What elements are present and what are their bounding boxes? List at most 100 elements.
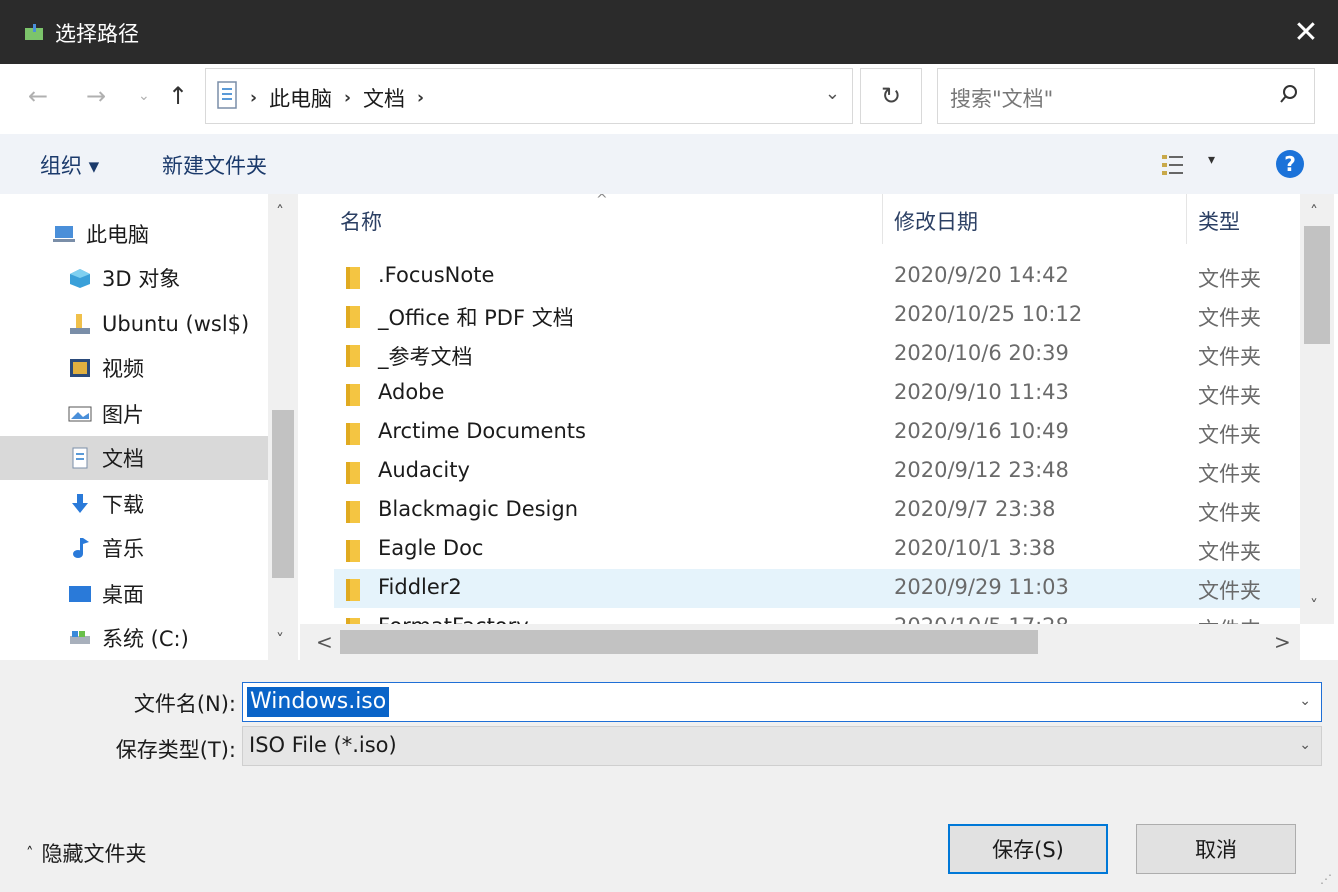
file-name: Blackmagic Design	[378, 497, 579, 521]
file-row[interactable]: Audacity 2020/9/12 23:48 文件夹	[334, 452, 1300, 491]
nav-item-label: 下载	[102, 493, 144, 517]
nav-item[interactable]: 下载	[0, 482, 268, 526]
scroll-left-arrow[interactable]: <	[316, 630, 333, 654]
nav-item[interactable]: 桌面	[0, 572, 268, 616]
file-type: 文件夹	[1198, 267, 1261, 291]
documents-icon	[68, 447, 92, 469]
file-list: 名称 ^ 修改日期 类型 .FocusNote 2020/9/20 14:42 文件…	[300, 194, 1338, 660]
scroll-up-arrow[interactable]: ˄	[1310, 202, 1318, 221]
breadcrumb: › 此电脑 › 文档 ›	[250, 83, 424, 113]
nav-item[interactable]: 文档	[0, 436, 268, 480]
file-name: _Office 和 PDF 文档	[378, 306, 574, 330]
forward-button[interactable]: →	[86, 82, 106, 110]
organize-button[interactable]: 组织 ▾	[40, 150, 99, 180]
scroll-thumb[interactable]	[1304, 226, 1330, 344]
file-row[interactable]: Fiddler2 2020/9/29 11:03 文件夹	[334, 569, 1300, 608]
address-dropdown-button[interactable]: ⌄	[825, 83, 840, 104]
file-row[interactable]: _Office 和 PDF 文档 2020/10/25 10:12 文件夹	[334, 296, 1300, 335]
folder-icon	[346, 579, 362, 601]
nav-item[interactable]: 视频	[0, 346, 268, 390]
column-header-type[interactable]: 类型	[1198, 206, 1240, 236]
file-type: 文件夹	[1198, 579, 1261, 603]
filelist-vertical-scrollbar[interactable]: ˄ ˅	[1300, 194, 1334, 624]
navpane-scrollbar[interactable]: ˄ ˅	[268, 194, 298, 660]
breadcrumb-item-documents[interactable]: 文档	[363, 83, 405, 113]
close-button[interactable]: ✕	[1274, 0, 1338, 64]
file-row[interactable]: .FocusNote 2020/9/20 14:42 文件夹	[334, 257, 1300, 296]
nav-item-label: 桌面	[102, 583, 144, 607]
breadcrumb-separator[interactable]: ›	[417, 88, 424, 108]
hide-folders-toggle[interactable]: ˄ 隐藏文件夹	[26, 838, 147, 868]
file-row[interactable]: Eagle Doc 2020/10/1 3:38 文件夹	[334, 530, 1300, 569]
breadcrumb-separator[interactable]: ›	[250, 88, 257, 108]
folder-icon	[346, 462, 362, 484]
file-name: _参考文档	[378, 345, 473, 369]
cancel-button[interactable]: 取消	[1136, 824, 1296, 874]
resize-grip-icon[interactable]: ⋰	[1320, 872, 1332, 886]
nav-item-label: 文档	[102, 447, 144, 471]
sort-ascending-icon: ^	[596, 194, 608, 208]
filename-value[interactable]: Windows.iso	[247, 687, 390, 717]
file-type: 文件夹	[1198, 462, 1261, 486]
nav-item[interactable]: 3D 对象	[0, 256, 268, 300]
file-row[interactable]: _参考文档 2020/10/6 20:39 文件夹	[334, 335, 1300, 374]
save-button[interactable]: 保存(S)	[948, 824, 1108, 874]
view-dropdown-button[interactable]: ▾	[1208, 152, 1215, 168]
nav-item-label: Ubuntu (wsl$)	[102, 312, 250, 336]
filename-input[interactable]: Windows.iso ⌄	[242, 682, 1322, 722]
nav-item[interactable]: Ubuntu (wsl$)	[0, 302, 268, 346]
file-type: 文件夹	[1198, 540, 1261, 564]
file-type: 文件夹	[1198, 306, 1261, 330]
view-options-icon[interactable]	[1160, 152, 1186, 178]
folder-icon	[346, 267, 362, 289]
file-modified: 2020/9/16 10:49	[894, 419, 1069, 443]
file-modified: 2020/9/7 23:38	[894, 497, 1056, 521]
recent-locations-button[interactable]: ⌄	[138, 88, 150, 104]
file-modified: 2020/10/25 10:12	[894, 302, 1083, 326]
breadcrumb-item-this-pc[interactable]: 此电脑	[269, 83, 332, 113]
scroll-down-arrow[interactable]: ˅	[276, 630, 284, 649]
up-button[interactable]: ↑	[168, 82, 188, 110]
navigation-pane: 此电脑 3D 对象 Ubuntu (wsl$) 视频 图片文档下载音乐桌面系统 (C:)…	[0, 194, 300, 660]
nav-item-label: 系统 (C:)	[102, 627, 189, 651]
file-name: Audacity	[378, 458, 470, 482]
column-header-name[interactable]: 名称	[340, 206, 382, 236]
music-icon	[68, 537, 92, 559]
filename-dropdown-button[interactable]: ⌄	[1299, 693, 1311, 709]
file-row[interactable]: Arctime Documents 2020/9/16 10:49 文件夹	[334, 413, 1300, 452]
nav-item[interactable]: 此电脑	[0, 212, 268, 256]
file-row[interactable]: Blackmagic Design 2020/9/7 23:38 文件夹	[334, 491, 1300, 530]
nav-item[interactable]: 系统 (C:)	[0, 616, 268, 660]
filelist-horizontal-scrollbar[interactable]: < >	[300, 624, 1300, 660]
scroll-right-arrow[interactable]: >	[1274, 630, 1291, 654]
scroll-thumb[interactable]	[340, 630, 1038, 654]
nav-item[interactable]: 图片	[0, 392, 268, 436]
file-type: 文件夹	[1198, 345, 1261, 369]
column-divider[interactable]	[1186, 194, 1187, 244]
save-form: 文件名(N): Windows.iso ⌄ 保存类型(T): ISO File …	[0, 660, 1338, 892]
breadcrumb-separator[interactable]: ›	[344, 88, 351, 108]
address-bar[interactable]: › 此电脑 › 文档 › ⌄	[205, 68, 853, 124]
file-type: 文件夹	[1198, 423, 1261, 447]
filetype-select[interactable]: ISO File (*.iso) ⌄	[242, 726, 1322, 766]
refresh-button[interactable]: ↻	[860, 68, 922, 124]
nav-item[interactable]: 音乐	[0, 526, 268, 570]
search-icon[interactable]	[1278, 83, 1300, 105]
scroll-thumb[interactable]	[272, 410, 294, 578]
file-type: 文件夹	[1198, 384, 1261, 408]
column-divider[interactable]	[882, 194, 883, 244]
new-folder-button[interactable]: 新建文件夹	[162, 150, 267, 180]
file-row[interactable]: Adobe 2020/9/10 11:43 文件夹	[334, 374, 1300, 413]
window-title: 选择路径	[55, 22, 139, 46]
computer-icon	[52, 223, 76, 245]
scroll-up-arrow[interactable]: ˄	[276, 202, 284, 221]
column-header-modified[interactable]: 修改日期	[894, 206, 978, 236]
help-icon[interactable]: ?	[1276, 150, 1304, 178]
file-modified: 2020/10/1 3:38	[894, 536, 1056, 560]
drive-icon	[68, 627, 92, 649]
scroll-down-arrow[interactable]: ˅	[1310, 596, 1318, 615]
filetype-dropdown-button[interactable]: ⌄	[1299, 737, 1311, 753]
back-button[interactable]: ←	[28, 82, 48, 110]
search-input[interactable]: 搜索"文档"	[937, 68, 1315, 124]
nav-item-label: 3D 对象	[102, 267, 181, 291]
